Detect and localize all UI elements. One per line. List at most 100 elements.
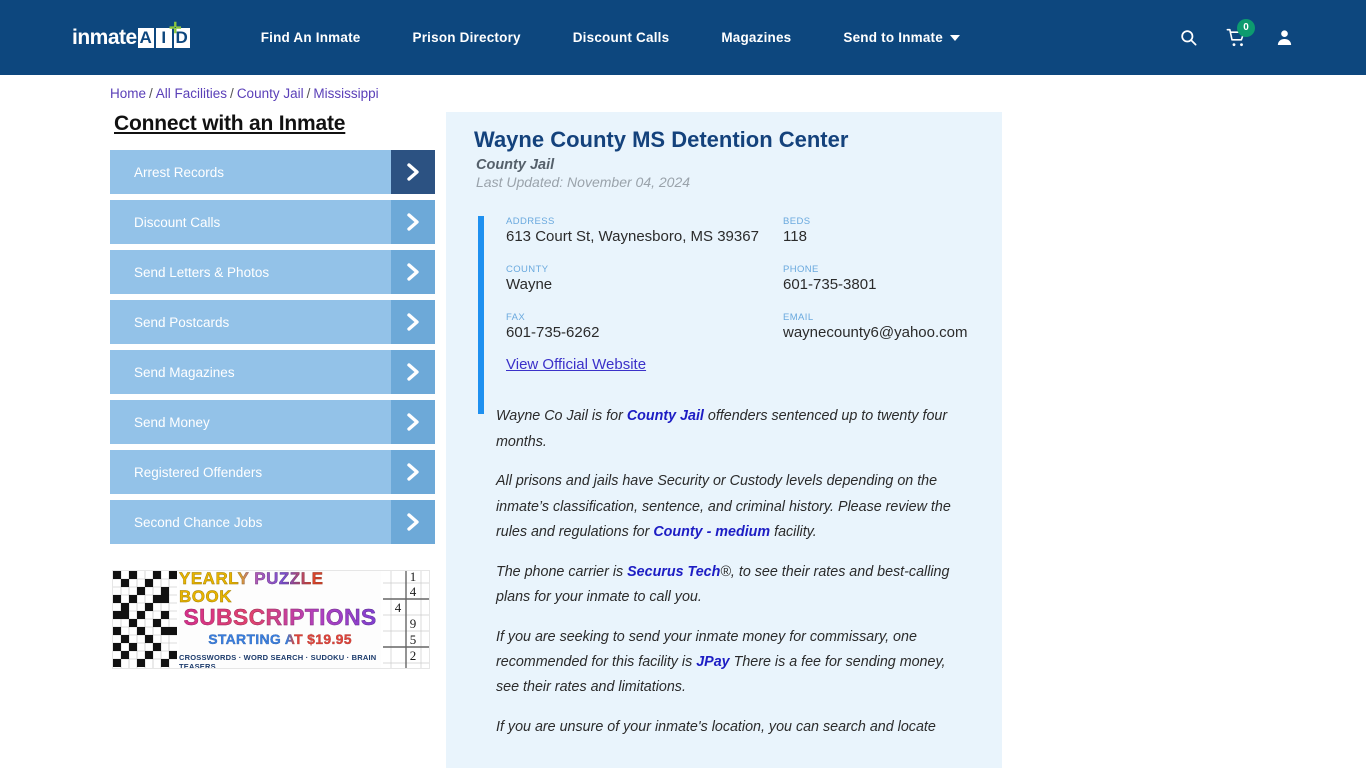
svg-text:2: 2 [410,648,417,663]
p2-text-c: facility. [770,524,817,541]
sidebar-item-label: Second Chance Jobs [134,514,263,530]
p5-text-a: If you are unsure of your inmate's locat… [496,718,936,735]
facility-description: Wayne Co Jail is for County Jail offende… [474,404,976,740]
breadcrumb-separator: / [149,86,153,101]
breadcrumb-item-all-facilities[interactable]: All Facilities [156,86,227,101]
last-updated-text: Last Updated: November 04, 2024 [476,173,691,190]
facility-details-grid: ADDRESS 613 Court St, Waynesboro, MS 393… [506,216,976,343]
cart-count-badge: 0 [1237,18,1255,37]
sidebar-item-label: Send Postcards [134,314,230,330]
description-paragraph-3: The phone carrier is Securus Tech®, to s… [496,560,966,611]
facility-detail-card: Wayne County MS Detention Center County … [446,112,1002,768]
chevron-right-icon [391,200,435,244]
breadcrumb-item-mississippi[interactable]: Mississippi [313,86,378,101]
svg-text:4: 4 [410,584,417,599]
primary-nav-links: Find An Inmate Prison Directory Discount… [235,22,986,53]
p3-highlight-securus-tech: Securus Tech [627,563,721,580]
detail-value: 118 [783,227,807,245]
chevron-right-icon [391,300,435,344]
nav-item-magazines[interactable]: Magazines [695,22,817,53]
crossword-grid-graphic [113,571,177,668]
sidebar: Connect with an Inmate Arrest Records Di… [110,112,440,550]
detail-field-email: EMAIL waynecounty6@yahoo.com [783,312,976,342]
nav-item-send-to-inmate[interactable]: Send to Inmate [817,22,986,53]
sidebar-item-label: Send Letters & Photos [134,264,270,280]
detail-label: PHONE [783,263,819,275]
chevron-right-icon [391,150,435,194]
nav-item-send-to-inmate-label: Send to Inmate [843,30,943,45]
svg-text:5: 5 [410,632,417,647]
accent-bar [478,215,484,414]
registered-trademark-symbol: ® [720,563,731,580]
ad-line-3: STARTING AT $19.95 [208,630,352,647]
search-icon[interactable] [1179,28,1198,47]
detail-label: FAX [506,312,526,324]
sidebar-item-label: Discount Calls [134,214,221,230]
page-title: Wayne County MS Detention Center [474,127,849,152]
sidebar-item-label: Send Magazines [134,364,235,380]
sidebar-item-label: Send Money [134,414,210,430]
cart-icon[interactable]: 0 [1226,18,1255,48]
description-paragraph-4: If you are seeking to send your inmate m… [496,625,966,701]
sudoku-grid-graphic: 1 4 4 9 5 2 [383,571,429,668]
svg-text:9: 9 [410,616,417,631]
detail-value: 601-735-6262 [506,324,600,342]
view-official-website-link[interactable]: View Official Website [506,356,646,373]
breadcrumb: Home / All Facilities / County Jail / Mississi… [110,86,379,101]
svg-text:1: 1 [410,571,417,584]
breadcrumb-item-county-jail[interactable]: County Jail [237,86,304,101]
detail-value: Wayne [506,275,553,293]
ad-line-1: YEARLY PUZZLE BOOK [179,571,381,606]
chevron-down-icon [949,35,960,42]
sidebar-item-send-money[interactable]: Send Money [110,400,435,444]
nav-utility-icons: 0 [1179,18,1294,48]
description-paragraph-1: Wayne Co Jail is for County Jail offende… [496,404,966,455]
nav-item-discount-calls[interactable]: Discount Calls [547,22,696,53]
ad-line-2: SUBSCRIPTIONS [183,603,377,630]
sidebar-item-label: Registered Offenders [134,464,263,480]
sidebar-item-arrest-records[interactable]: Arrest Records [110,150,435,194]
site-logo[interactable]: inmate A I D ✛ [72,21,190,51]
p1-text-a: Wayne Co Jail is for [496,408,627,425]
detail-value: waynecounty6@yahoo.com [783,324,968,342]
sidebar-item-send-magazines[interactable]: Send Magazines [110,350,435,394]
top-navigation-bar: inmate A I D ✛ Find An Inmate Prison Dir… [0,0,1366,75]
breadcrumb-separator: / [306,86,311,101]
logo-letter-a: A [137,27,154,48]
p1-highlight-county-jail: County Jail [626,408,704,425]
sidebar-item-registered-offenders[interactable]: Registered Offenders [110,450,435,494]
p4-highlight-jpay: JPay [696,653,730,670]
logo-wordmark: inmate [72,26,137,49]
detail-field-phone: PHONE 601-735-3801 [783,264,976,294]
puzzle-book-ad-banner[interactable]: YEARLY PUZZLE BOOK SUBSCRIPTIONS STARTIN… [112,570,430,669]
nav-item-find-an-inmate[interactable]: Find An Inmate [235,22,387,53]
detail-field-fax: FAX 601-735-6262 [506,312,783,342]
detail-field-county: COUNTY Wayne [506,264,783,294]
detail-field-beds: BEDS 118 [783,216,976,246]
facility-type: County Jail [476,156,555,173]
detail-label: EMAIL [783,312,814,324]
breadcrumb-separator: / [230,86,234,101]
detail-label: ADDRESS [506,215,555,227]
nav-item-prison-directory[interactable]: Prison Directory [387,22,547,53]
ad-line-4: CROSSWORDS · WORD SEARCH · SUDOKU · BRAI… [179,652,377,669]
detail-field-address: ADDRESS 613 Court St, Waynesboro, MS 393… [506,216,783,246]
chevron-right-icon [391,400,435,444]
detail-value: 613 Court St, Waynesboro, MS 39367 [506,227,759,245]
description-paragraph-2: All prisons and jails have Security or C… [496,469,966,545]
detail-label: BEDS [783,215,811,227]
user-account-icon[interactable] [1275,28,1294,47]
sidebar-item-discount-calls[interactable]: Discount Calls [110,200,435,244]
chevron-right-icon [391,450,435,494]
sidebar-item-send-letters-photos[interactable]: Send Letters & Photos [110,250,435,294]
ad-text-block: YEARLY PUZZLE BOOK SUBSCRIPTIONS STARTIN… [179,571,381,669]
p2-highlight-county-medium: County - medium [653,524,771,541]
description-paragraph-5: If you are unsure of your inmate's locat… [496,715,966,740]
sidebar-item-second-chance-jobs[interactable]: Second Chance Jobs [110,500,435,544]
detail-value: 601-735-3801 [783,275,877,293]
sidebar-item-send-postcards[interactable]: Send Postcards [110,300,435,344]
facility-details-block: ADDRESS 613 Court St, Waynesboro, MS 393… [474,215,976,414]
chevron-right-icon [391,250,435,294]
breadcrumb-item-home[interactable]: Home [110,86,146,101]
sidebar-heading: Connect with an Inmate [114,112,346,135]
